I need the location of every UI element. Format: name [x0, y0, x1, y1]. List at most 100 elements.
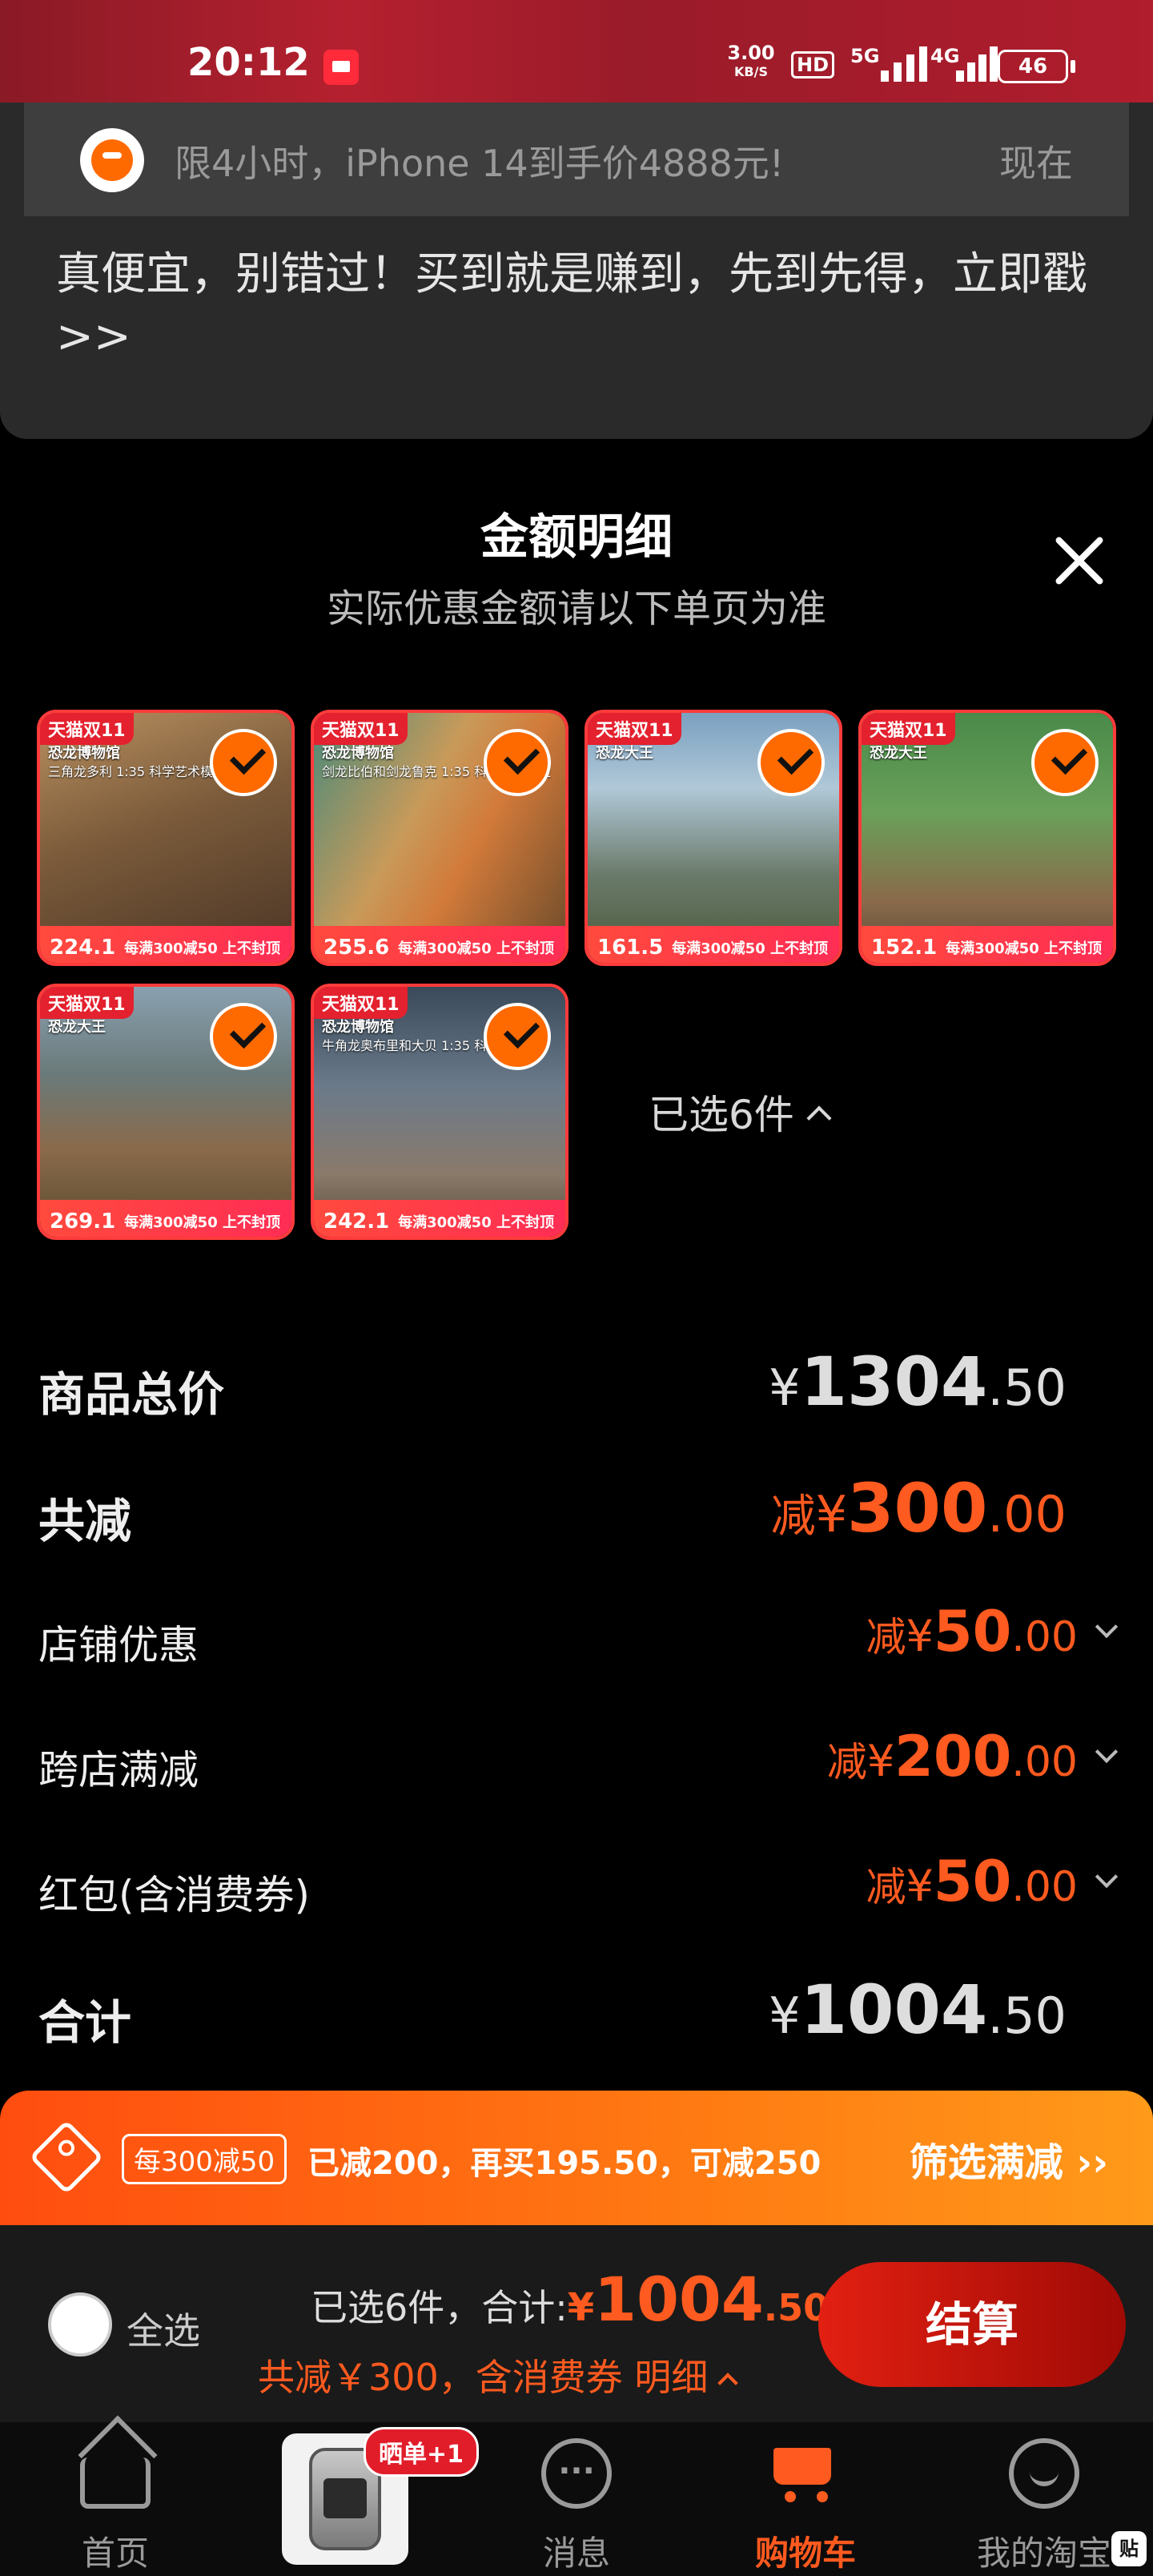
- promo-text: 每满300减50 上不封顶: [124, 940, 280, 957]
- selected-count-toggle[interactable]: 已选6件: [649, 1083, 832, 1141]
- checkmark-icon[interactable]: [1031, 729, 1099, 796]
- product-price: 152.1: [871, 936, 938, 960]
- cart-icon: [770, 2438, 841, 2509]
- product-name: 恐龙博物馆: [322, 745, 394, 762]
- reduce-prefix: 减: [826, 1739, 867, 1785]
- summary-prefix: 已选6件，合计:: [311, 2286, 568, 2329]
- tab-me-label: 我的淘宝: [976, 2534, 1111, 2573]
- filter-discount-link[interactable]: 筛选满减 ››: [910, 2131, 1108, 2187]
- amount-int: 300: [847, 1469, 988, 1548]
- checkout-total: ¥1004.50: [567, 2264, 829, 2335]
- currency-symbol: ¥: [815, 1485, 848, 1544]
- signal-5g-label: 5G: [850, 45, 880, 67]
- promo-text: 每满300减50 上不封顶: [672, 940, 828, 957]
- home-icon: [80, 2457, 151, 2509]
- product-thumb[interactable]: 天猫双11 恐龙大王 161.5 每满300减50 上不封顶: [585, 710, 842, 966]
- product-desc: 三角龙多利 1:35 科学艺术模型: [48, 764, 227, 779]
- amount-int: 50: [933, 1599, 1012, 1664]
- currency-symbol: ¥: [906, 1861, 934, 1911]
- product-thumb[interactable]: 天猫双11 恐龙大王 152.1 每满300减50 上不封顶: [858, 710, 1116, 966]
- red-packet-amount: 减¥50.00: [866, 1849, 1119, 1914]
- checkmark-icon[interactable]: [757, 729, 825, 796]
- select-all-label[interactable]: 全选: [127, 2302, 200, 2355]
- product-thumb[interactable]: 天猫双11 恐龙博物馆 剑龙比伯和剑龙鲁克 1:35 科学艺术模型 255.6 …: [311, 710, 568, 966]
- product-thumb[interactable]: 天猫双11 恐龙博物馆 牛角龙奥布里和大贝 1:35 科学 242.1 每满30…: [311, 984, 568, 1240]
- taobao-app-icon: [80, 128, 144, 192]
- checkmark-icon[interactable]: [484, 1003, 551, 1070]
- product-thumb[interactable]: 天猫双11 恐龙大王 269.1 每满300减50 上不封顶: [37, 984, 295, 1240]
- close-icon[interactable]: [1051, 532, 1108, 590]
- select-all-radio[interactable]: [48, 2292, 112, 2357]
- checkmark-icon[interactable]: [210, 729, 277, 796]
- total-label: 商品总价: [38, 1367, 225, 1422]
- product-price: 255.6: [323, 936, 390, 960]
- tag-icon: [29, 2119, 104, 2195]
- share-badge: 晒单+1: [364, 2427, 480, 2477]
- brand-tag: 天猫双11: [588, 713, 681, 745]
- checkout-summary: 已选6件，合计:¥1004.50: [311, 2264, 829, 2335]
- amount-dec: .50: [987, 1986, 1067, 2045]
- sheet-subtitle: 实际优惠金额请以下单页为准: [326, 586, 826, 631]
- signal-bars-icon: [881, 46, 937, 82]
- app-notification-icon: [323, 50, 359, 85]
- message-icon: [541, 2438, 612, 2509]
- checkmark-icon[interactable]: [210, 1003, 277, 1070]
- row-sum: 合计 ¥1004.50: [38, 1970, 1115, 2051]
- promo-pill: 每300减50: [122, 2134, 287, 2184]
- smile-icon: [1009, 2438, 1079, 2509]
- chevron-up-icon: [717, 2373, 739, 2393]
- network-speed: 3.00 KB/S: [719, 43, 783, 82]
- notification-headline: 限4小时，iPhone 14到手价4888元!: [175, 142, 785, 185]
- signal-bars-icon-2: [956, 46, 1001, 82]
- battery-icon: 46: [998, 50, 1075, 83]
- row-store-discount[interactable]: 店铺优惠 减¥50.00: [38, 1599, 1119, 1679]
- notification-time: 现在: [999, 142, 1073, 185]
- amount-dec: .00: [1011, 1863, 1078, 1911]
- brand-tag: 天猫双11: [314, 713, 408, 745]
- product-name: 恐龙大王: [870, 745, 927, 762]
- chevron-down-icon: [1095, 1865, 1119, 1889]
- sticker-icon[interactable]: 贴: [1111, 2531, 1147, 2566]
- product-price: 269.1: [50, 1210, 116, 1234]
- tab-home-label: 首页: [81, 2534, 149, 2573]
- row-red-packet[interactable]: 红包(含消费券) 减¥50.00: [38, 1849, 1119, 1929]
- currency-symbol: ¥: [567, 2285, 595, 2330]
- product-name: 恐龙大王: [596, 745, 653, 762]
- reduction-label: 共减: [38, 1494, 132, 1548]
- promo-message: 已减200，再买195.50，可减250: [307, 2145, 822, 2182]
- checkout-bar: 全选 已选6件，合计:¥1004.50 共减￥300，含消费券 明细 结算: [0, 2225, 1153, 2422]
- product-thumb[interactable]: 天猫双11 恐龙博物馆 三角龙多利 1:35 科学艺术模型 224.1 每满30…: [37, 710, 295, 966]
- reduce-prefix: 减: [770, 1491, 816, 1543]
- tab-cart[interactable]: 购物车: [725, 2422, 886, 2576]
- chevron-up-icon: [806, 1105, 832, 1131]
- tab-messages[interactable]: 消息: [496, 2422, 657, 2576]
- sum-amount: ¥1004.50: [769, 1970, 1067, 2049]
- product-desc: 牛角龙奥布里和大贝 1:35 科学: [322, 1038, 500, 1053]
- notification-body: 真便宜，别错过！买到就是赚到，先到先得，立即戳>>: [56, 248, 1087, 363]
- tab-home[interactable]: 首页: [35, 2422, 195, 2576]
- amount-int: 1004: [800, 1970, 988, 2049]
- promo-banner[interactable]: 每300减50 已减200，再买195.50，可减250 筛选满减 ››: [0, 2091, 1153, 2225]
- tab-messages-label: 消息: [542, 2534, 610, 2573]
- store-discount-amount: 减¥50.00: [866, 1599, 1119, 1664]
- promo-text: 每满300减50 上不封顶: [398, 940, 554, 957]
- checkout-button[interactable]: 结算: [818, 2262, 1126, 2387]
- product-name: 恐龙博物馆: [322, 1019, 394, 1036]
- currency-symbol: ¥: [769, 1986, 801, 2045]
- discount-detail-toggle[interactable]: 共减￥300，含消费券 明细: [258, 2349, 739, 2401]
- promo-text: 每满300减50 上不封顶: [398, 1214, 554, 1231]
- amount-detail-sheet: 金额明细 实际优惠金额请以下单页为准: [0, 449, 1153, 2083]
- cross-store-label: 跨店满减: [38, 1747, 199, 1793]
- row-cross-store[interactable]: 跨店满减 减¥200.00: [38, 1724, 1119, 1804]
- product-price: 224.1: [50, 936, 116, 960]
- checkmark-icon[interactable]: [484, 729, 551, 796]
- discount-detail-text: 共减￥300，含消费券 明细: [258, 2356, 709, 2399]
- currency-symbol: ¥: [866, 1736, 895, 1786]
- amount-dec: .00: [987, 1485, 1067, 1544]
- brand-tag: 天猫双11: [314, 987, 408, 1019]
- tab-me[interactable]: 我的淘宝: [956, 2422, 1132, 2576]
- bottom-tab-bar: 首页 晒单+1 消息 购物车 我的淘宝: [0, 2422, 1153, 2576]
- red-packet-label: 红包(含消费券): [38, 1872, 311, 1918]
- push-notification[interactable]: 限4小时，iPhone 14到手价4888元! 现在 真便宜，别错过！买到就是赚…: [0, 103, 1153, 439]
- chevron-down-icon: [1095, 1740, 1119, 1764]
